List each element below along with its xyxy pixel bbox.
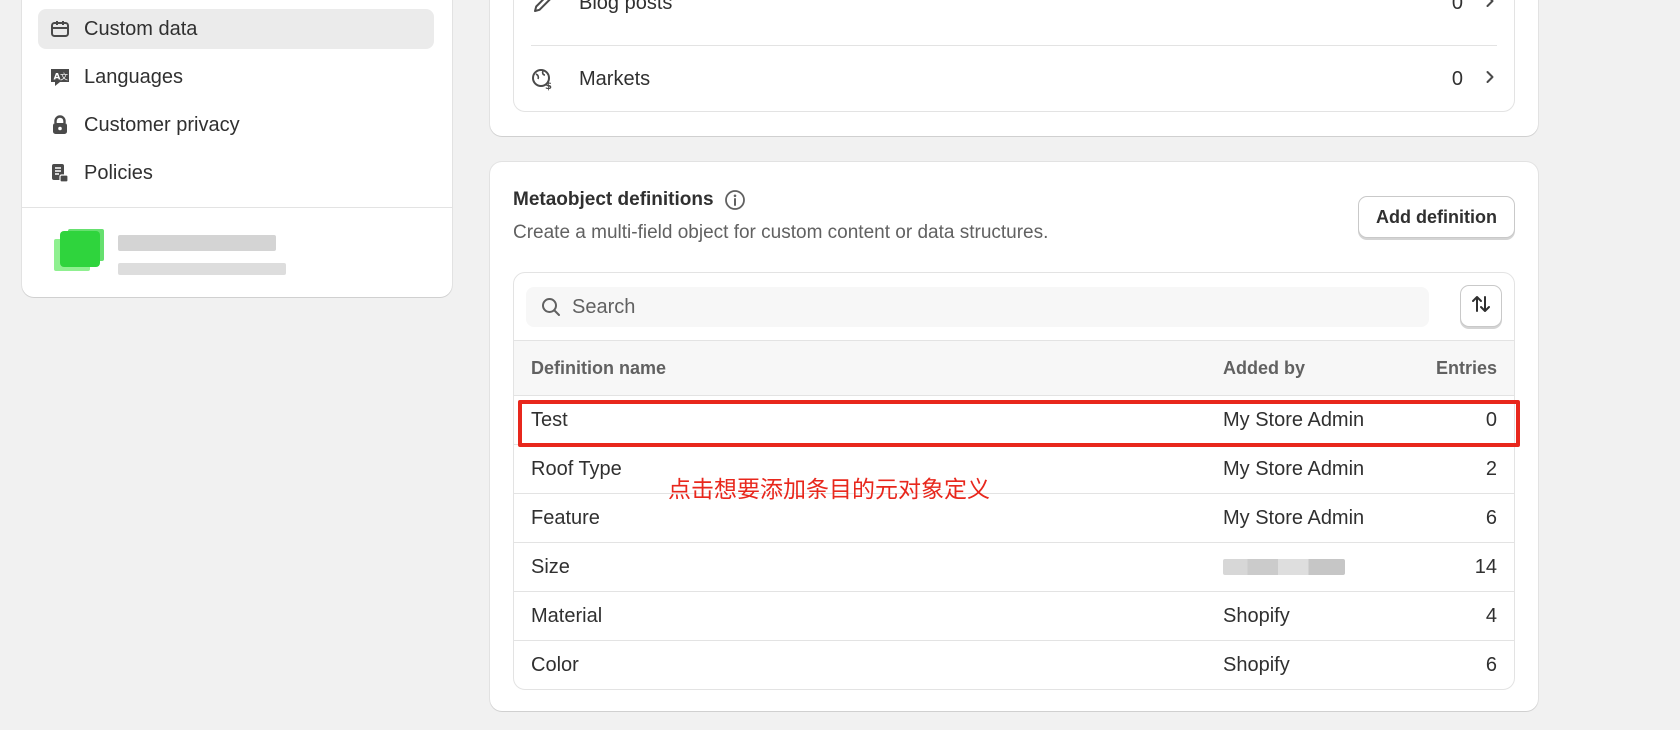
sidebar-item-label: Custom data <box>84 17 198 40</box>
section-title-text: Metaobject definitions <box>513 189 714 210</box>
list-item-blog-posts[interactable]: Blog posts 0 <box>531 0 1497 36</box>
globe-dollar-icon: $ <box>531 67 557 91</box>
list-item-label: Markets <box>579 67 651 90</box>
definition-name: Size <box>531 555 570 578</box>
entries-count: 2 <box>1485 457 1497 480</box>
list-item-count: 0 <box>1451 0 1463 14</box>
resource-list: Blog posts 0 $ Markets 0 <box>513 0 1515 112</box>
annotation-text: 点击想要添加条目的元对象定义 <box>668 477 990 503</box>
table-row[interactable]: Feature My Store Admin 6 <box>514 494 1514 543</box>
chevron-right-icon <box>1483 70 1497 89</box>
definitions-table: Definition name Added by Entries Test My… <box>513 272 1515 690</box>
list-item-markets[interactable]: $ Markets 0 <box>531 46 1497 112</box>
entries-count: 6 <box>1485 654 1497 676</box>
definition-name: Material <box>531 604 603 627</box>
settings-nav: Custom data A文 Languages Customer privac… <box>38 9 434 201</box>
definition-name: Color <box>531 654 579 676</box>
section-description: Create a multi-field object for custom c… <box>513 222 1049 243</box>
added-by: My Store Admin <box>1223 457 1365 480</box>
definition-name: Roof Type <box>531 457 622 480</box>
definition-name: Feature <box>531 506 600 529</box>
sidebar-item-label: Policies <box>84 161 153 184</box>
added-by: Shopify <box>1223 604 1290 627</box>
definition-name: Test <box>531 408 568 431</box>
column-header-definition-name[interactable]: Definition name <box>531 358 666 379</box>
table-row[interactable]: Test My Store Admin 0 <box>514 396 1514 445</box>
table-row[interactable]: Roof Type My Store Admin 2 <box>514 445 1514 494</box>
added-by-redacted <box>1223 559 1345 575</box>
entries-count: 4 <box>1485 604 1497 627</box>
languages-icon: A文 <box>48 65 72 89</box>
entries-count: 0 <box>1485 408 1497 431</box>
table-row[interactable]: Material Shopify 4 <box>514 592 1514 641</box>
resource-list-card: Blog posts 0 $ Markets 0 <box>490 0 1538 136</box>
sort-arrows-icon <box>1469 292 1493 321</box>
search-field[interactable] <box>526 287 1429 327</box>
settings-sidebar: Custom data A文 Languages Customer privac… <box>22 0 452 297</box>
store-email-redacted <box>118 263 286 275</box>
entries-count: 6 <box>1485 506 1497 529</box>
added-by: My Store Admin <box>1223 408 1365 431</box>
store-account[interactable] <box>38 225 438 285</box>
column-header-added-by[interactable]: Added by <box>1223 358 1305 379</box>
added-by: My Store Admin <box>1223 506 1365 529</box>
search-input[interactable] <box>572 295 1372 319</box>
metaobject-definitions-card: Metaobject definitions Create a multi-fi… <box>490 162 1538 711</box>
lock-icon <box>48 113 72 137</box>
custom-data-icon <box>48 17 72 41</box>
sidebar-item-customer-privacy[interactable]: Customer privacy <box>38 105 434 145</box>
column-header-entries[interactable]: Entries <box>1436 358 1497 379</box>
svg-text:文: 文 <box>60 72 68 82</box>
section-title: Metaobject definitions <box>513 189 746 211</box>
table-row[interactable]: Size 14 <box>514 543 1514 592</box>
store-name-redacted <box>118 235 276 251</box>
pencil-icon <box>531 0 557 15</box>
sidebar-item-policies[interactable]: Policies <box>38 153 434 193</box>
policies-icon <box>48 161 72 185</box>
list-item-count: 0 <box>1451 67 1463 90</box>
svg-text:$: $ <box>545 81 552 91</box>
sidebar-divider <box>22 207 452 208</box>
entries-count: 14 <box>1474 555 1497 578</box>
add-definition-button[interactable]: Add definition <box>1358 196 1515 238</box>
sidebar-item-custom-data[interactable]: Custom data <box>38 9 434 49</box>
sort-button[interactable] <box>1460 285 1502 327</box>
search-icon <box>540 296 562 318</box>
table-header: Definition name Added by Entries <box>514 340 1514 396</box>
table-row[interactable]: Color Shopify 6 <box>514 641 1514 689</box>
avatar <box>60 231 100 267</box>
chevron-right-icon <box>1483 0 1497 13</box>
sidebar-item-label: Languages <box>84 65 183 88</box>
info-icon[interactable] <box>724 189 746 211</box>
sidebar-item-label: Customer privacy <box>84 113 240 136</box>
added-by: Shopify <box>1223 654 1290 676</box>
sidebar-item-languages[interactable]: A文 Languages <box>38 57 434 97</box>
list-item-label: Blog posts <box>579 0 673 14</box>
